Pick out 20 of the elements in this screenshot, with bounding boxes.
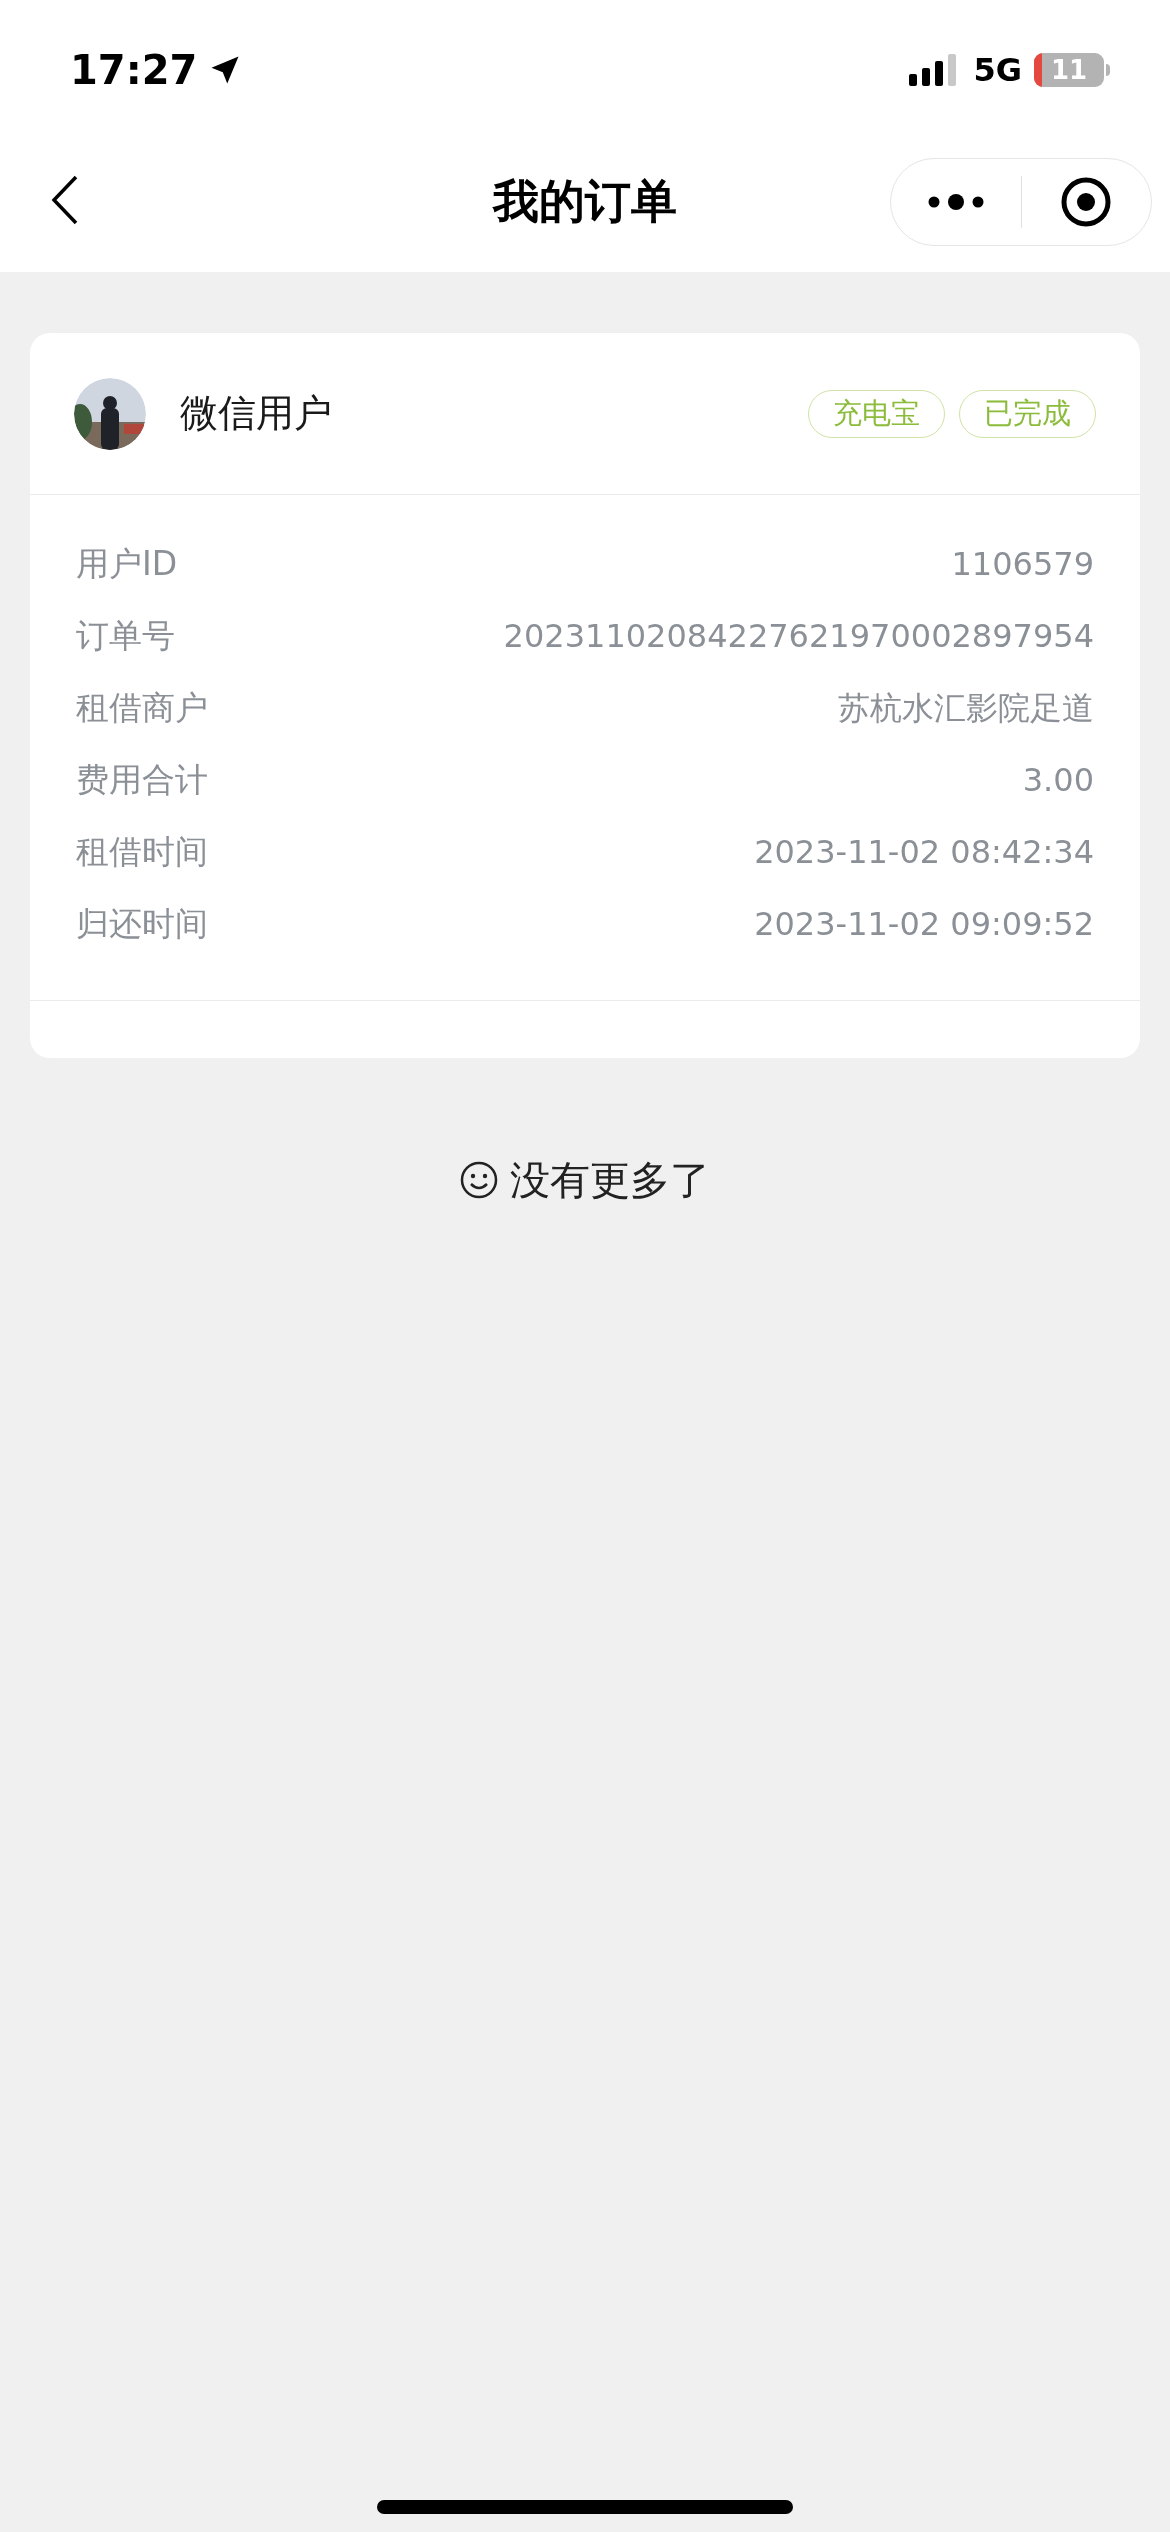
back-chevron-icon <box>50 174 80 226</box>
detail-value: 2023-11-02 08:42:34 <box>754 832 1094 873</box>
detail-value: 2023-11-02 09:09:52 <box>754 904 1094 945</box>
end-message: 没有更多了 <box>510 1156 710 1205</box>
user-name: 微信用户 <box>180 390 332 437</box>
network-label: 5G <box>973 50 1022 91</box>
detail-label: 归还时间 <box>76 903 208 946</box>
detail-value: 1106579 <box>951 544 1094 585</box>
detail-label: 订单号 <box>76 615 175 658</box>
detail-label: 租借商户 <box>76 687 208 730</box>
smiley-icon <box>460 1161 498 1199</box>
page-title: 我的订单 <box>493 172 677 230</box>
detail-value: 苏杭水汇影院足道 <box>838 688 1094 729</box>
detail-value: 3.00 <box>1022 760 1094 801</box>
detail-label: 用户ID <box>76 543 178 586</box>
detail-label: 费用合计 <box>76 759 208 802</box>
battery-indicator: 11 <box>1034 53 1104 87</box>
status-time: 17:27 <box>70 46 198 95</box>
detail-label: 租借时间 <box>76 831 208 874</box>
detail-value: 20231102084227621970002897954 <box>503 616 1094 657</box>
